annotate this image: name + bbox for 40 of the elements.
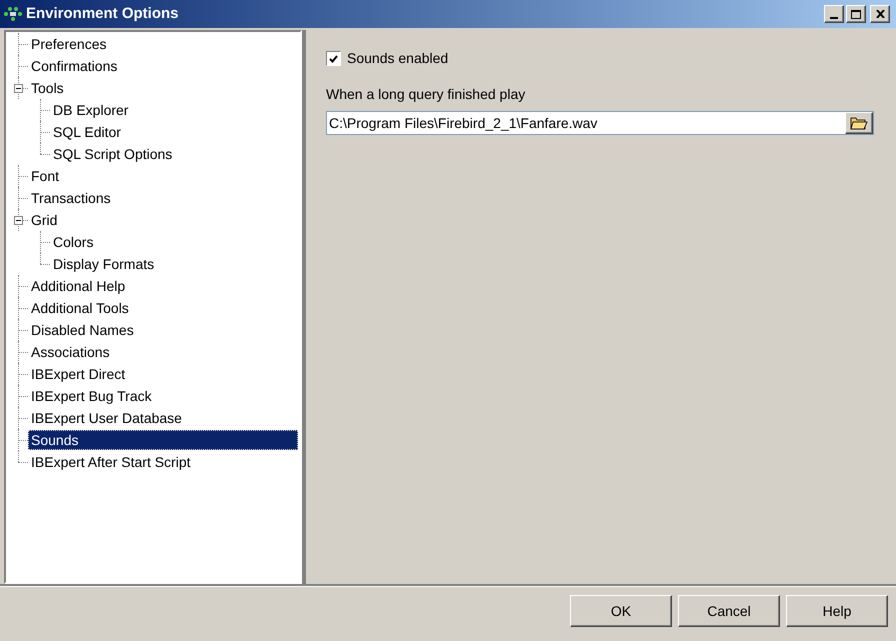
tree-item[interactable]: IBExpert Direct	[28, 364, 128, 384]
tree-item[interactable]: Additional Tools	[28, 298, 132, 318]
tree-item[interactable]: Additional Help	[28, 276, 128, 296]
checkbox-label: Sounds enabled	[347, 49, 448, 68]
tree-item[interactable]: IBExpert Bug Track	[28, 386, 155, 406]
minimize-icon	[830, 17, 838, 19]
tree-item[interactable]: Colors	[50, 232, 96, 252]
dialog-button[interactable]: Help	[786, 595, 888, 627]
tree-item[interactable]: Transactions	[28, 188, 114, 208]
close-icon	[876, 10, 884, 18]
collapse-toggle-icon[interactable]	[14, 84, 23, 93]
close-button[interactable]	[870, 5, 890, 23]
tree-item[interactable]: SQL Editor	[50, 122, 124, 142]
tree-item[interactable]: Tools	[28, 78, 67, 98]
tree-item[interactable]: Font	[28, 166, 62, 186]
field-label: When a long query finished play	[326, 85, 526, 104]
tree-item[interactable]: Preferences	[28, 34, 110, 54]
checkmark-icon	[329, 54, 338, 62]
tree-item[interactable]: Associations	[28, 342, 113, 362]
browse-button[interactable]	[845, 112, 873, 134]
sound-file-field[interactable]: C:\Program Files\Firebird_2_1\Fanfare.wav	[326, 111, 874, 135]
tree-item[interactable]: Confirmations	[28, 56, 120, 76]
app-icon	[4, 6, 22, 22]
window-title: Environment Options	[26, 4, 179, 24]
tree-item[interactable]: Sounds	[28, 430, 298, 450]
tree-item[interactable]: DB Explorer	[50, 100, 132, 120]
collapse-toggle-icon[interactable]	[14, 216, 23, 225]
tree-item[interactable]: Grid	[28, 210, 60, 230]
dialog-button[interactable]: Cancel	[678, 595, 780, 627]
tree-item[interactable]: Display Formats	[50, 254, 158, 274]
maximize-icon	[851, 10, 861, 18]
tree-item[interactable]: Disabled Names	[28, 320, 137, 340]
tree-item[interactable]: SQL Script Options	[50, 144, 176, 164]
tree-item[interactable]: IBExpert User Database	[28, 408, 185, 428]
checkbox[interactable]	[326, 51, 341, 66]
minimize-button[interactable]	[824, 5, 844, 23]
maximize-button[interactable]	[846, 5, 866, 23]
dialog-button[interactable]: OK	[570, 595, 672, 627]
folder-icon	[850, 116, 868, 130]
tree-item[interactable]: IBExpert After Start Script	[28, 452, 194, 472]
